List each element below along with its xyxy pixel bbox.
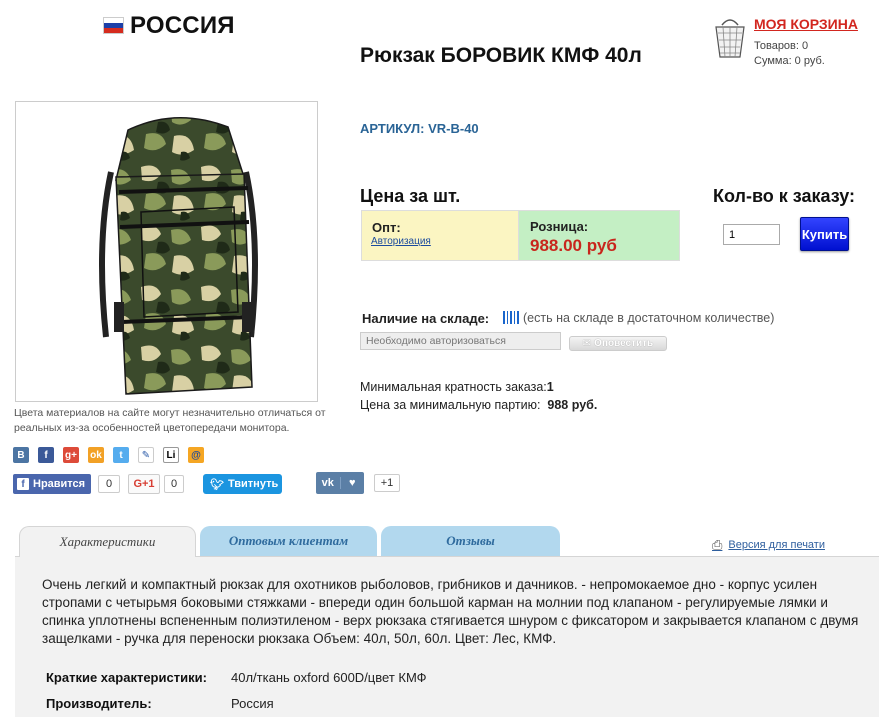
stock-status: (есть на складе в достаточном количестве… [523,311,775,325]
like-label: Нравится [33,478,86,490]
print-label: Версия для печати [728,539,825,551]
tweet-button[interactable]: 🐦︎ Твитнуть [203,474,282,494]
russia-flag-icon [103,17,124,34]
quantity-heading: Кол-во к заказу: [713,186,856,206]
retail-label: Розница: [530,219,589,234]
facebook-icon: f [17,478,29,490]
price-heading: Цена за шт. [360,186,461,206]
product-title: Рюкзак БОРОВИК КМФ 40л [360,44,642,67]
google-plus-count: 0 [164,475,184,493]
spec-value-manufacturer: Россия [231,696,274,711]
mailru-icon[interactable]: @ [188,447,204,463]
notify-button[interactable]: ✉ Оповестить [569,336,667,351]
vk-icon[interactable]: B [13,447,29,463]
basket-icon[interactable] [713,15,747,59]
printer-icon: ⎙ [712,537,723,552]
vk-logo-icon: vk [316,477,341,489]
min-multiplicity: Минимальная кратность заказа:1 [360,380,554,394]
article-number: АРТИКУЛ: VR-B-40 [360,121,479,136]
vk-like-button[interactable]: vk ♥ [316,472,364,494]
tab-characteristics[interactable]: Характеристики [19,526,196,557]
country-label[interactable]: РОССИЯ [130,12,235,40]
wholesale-label: Опт: [372,220,401,235]
spec-label-manufacturer: Производитель: [46,696,152,711]
quantity-input[interactable] [723,224,780,245]
authorization-link[interactable]: Авторизация [371,236,431,247]
livejournal-icon[interactable]: ✎ [138,447,154,463]
stock-level-icon [503,311,519,324]
print-version-link[interactable]: ⎙ Версия для печати [712,537,825,553]
envelope-icon: ✉ [582,338,592,349]
product-description: Очень легкий и компактный рюкзак для охо… [42,577,859,646]
google-plus-button[interactable]: G+1 [128,474,160,494]
buy-button[interactable]: Купить [800,217,849,251]
tweet-label: Твитнуть [227,478,279,490]
twitter-bird-icon: 🐦︎ [210,478,224,491]
product-image[interactable] [15,101,318,402]
facebook-like-button[interactable]: f Нравится [13,474,91,494]
cart-items-count: Товаров: 0 [754,40,809,52]
vk-like-count: +1 [374,474,400,492]
retail-price: 988.00 руб [530,236,617,255]
tab-wholesale[interactable]: Оптовым клиентам [200,526,377,556]
google-plus-icon[interactable]: g+ [63,447,79,463]
notify-label: Оповестить [594,338,654,349]
spec-label-short: Краткие характеристики: [46,670,207,685]
odnoklassniki-icon[interactable]: ok [88,447,104,463]
notify-email-field[interactable]: Необходимо авторизоваться [360,332,561,350]
wholesale-price-box: Опт: Авторизация [361,210,519,261]
retail-price-box: Розница: 988.00 руб [519,210,680,261]
facebook-icon[interactable]: f [38,447,54,463]
color-disclaimer: Цвета материалов на сайте могут незначит… [14,407,326,434]
tab-reviews[interactable]: Отзывы [381,526,560,556]
min-batch-price: Цена за минимальную партию: 988 руб. [360,398,598,412]
facebook-like-count: 0 [98,475,120,493]
spec-value-short: 40л/ткань oxford 600D/цвет КМФ [231,670,427,685]
liveinternet-icon[interactable]: Li [163,447,179,463]
heart-icon: ♥ [348,477,356,489]
stock-label: Наличие на складе: [362,311,490,326]
share-icons: B f g+ ok t ✎ Li @ [13,447,204,463]
cart-link[interactable]: МОЯ КОРЗИНА [754,16,858,32]
cart-sum: Сумма: 0 руб. [754,55,825,67]
twitter-icon[interactable]: t [113,447,129,463]
